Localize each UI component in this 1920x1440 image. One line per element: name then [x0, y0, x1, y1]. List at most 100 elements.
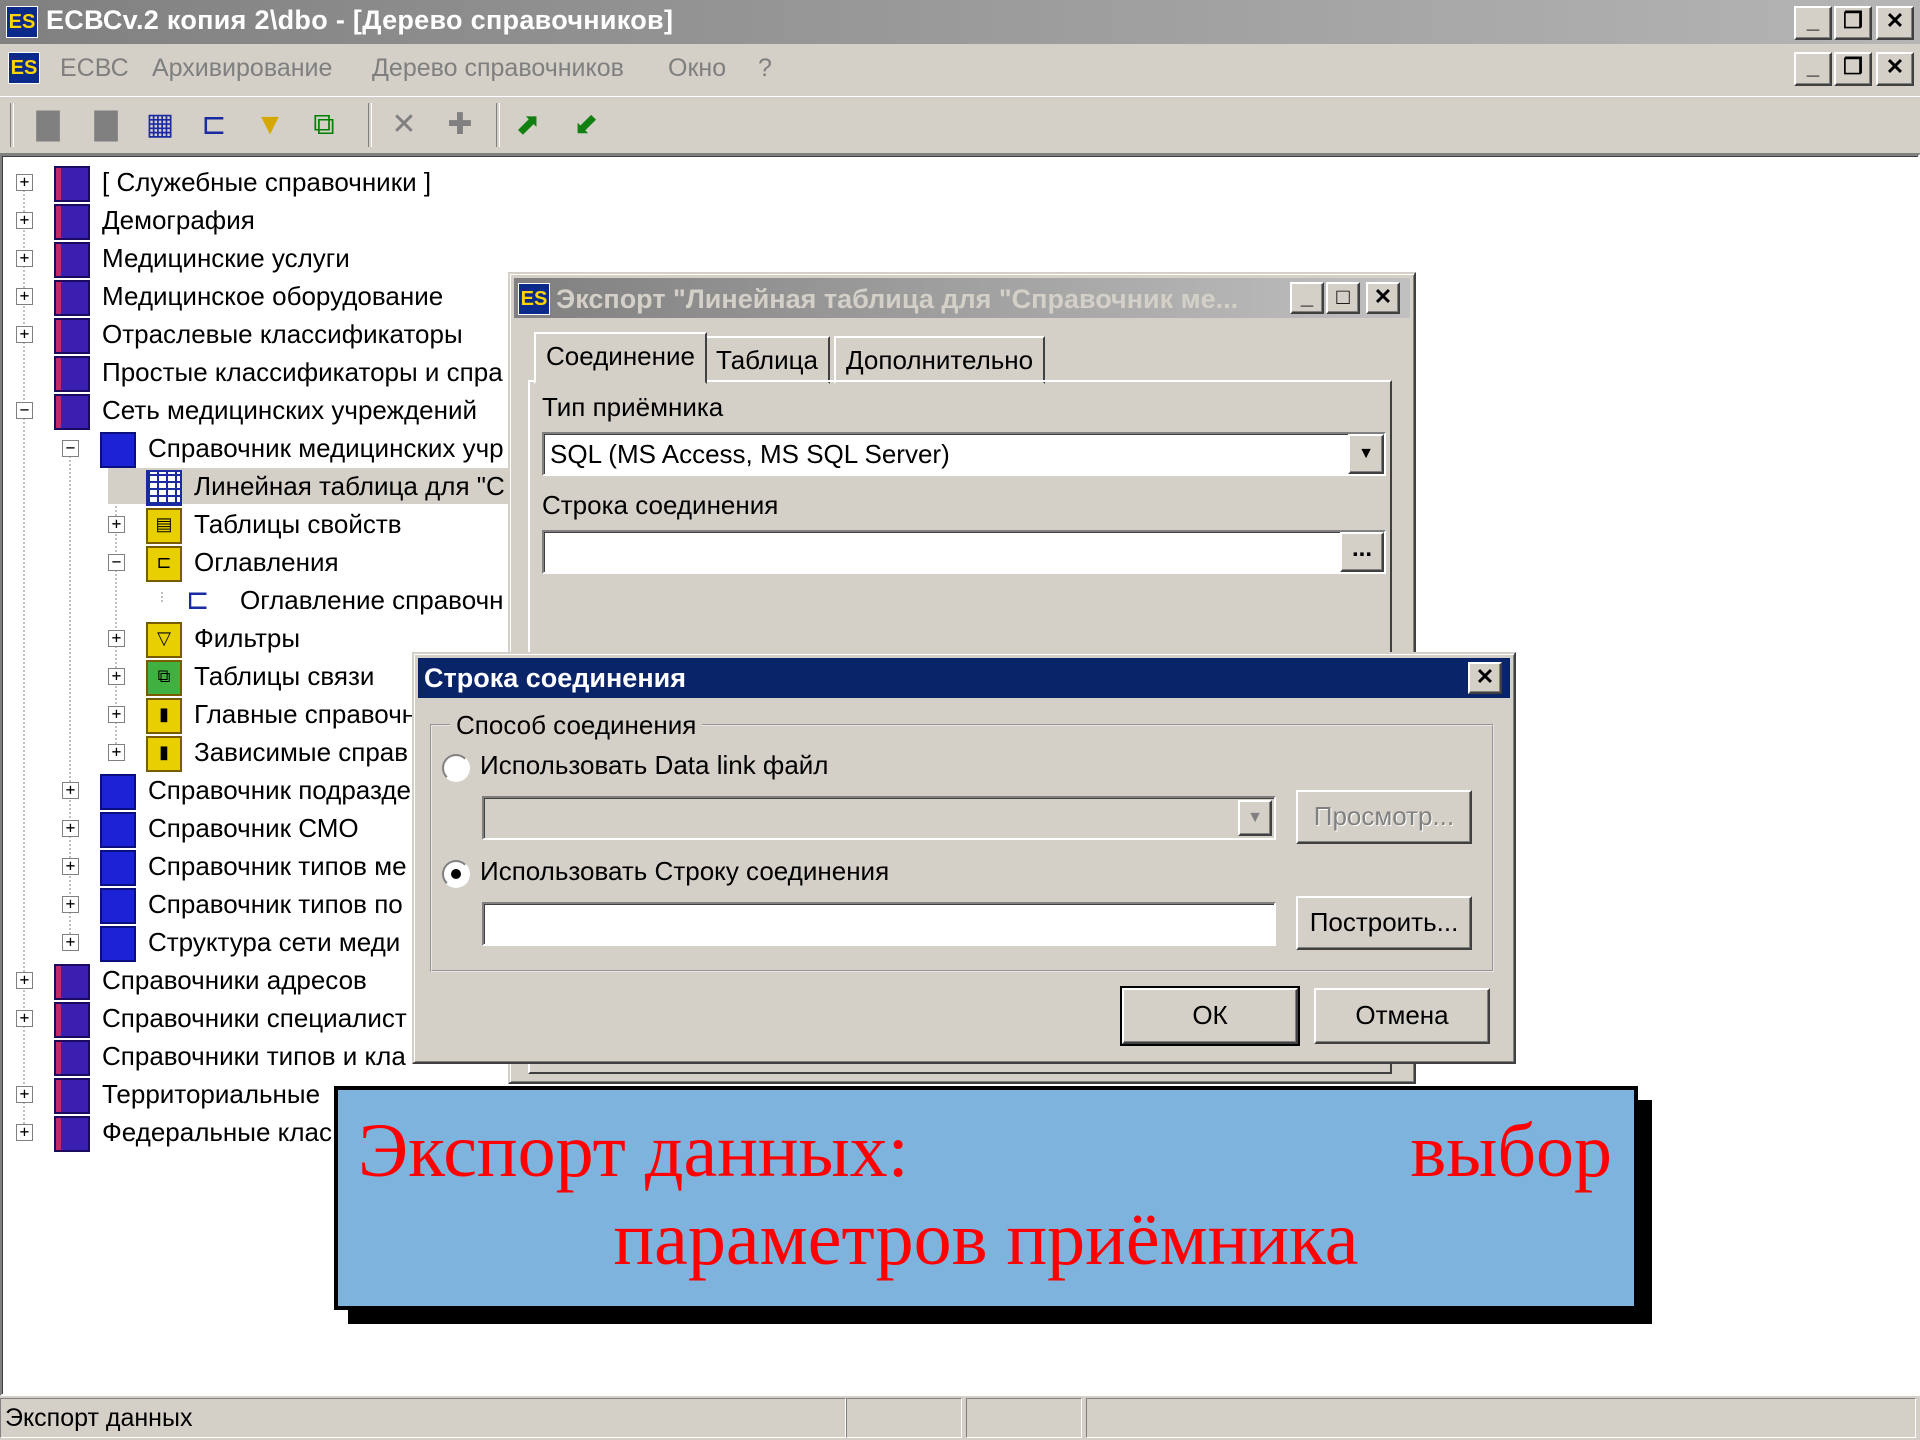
connection-string-field[interactable]: ... — [542, 530, 1386, 574]
expand-icon[interactable]: + — [108, 744, 125, 761]
expand-icon[interactable]: + — [16, 288, 33, 305]
receiver-type-value: SQL (MS Access, MS SQL Server) — [550, 439, 950, 469]
expand-icon[interactable]: + — [62, 934, 79, 951]
tree-node-label: Справочники типов и кла — [102, 1041, 406, 1071]
menu-archive[interactable]: Архивирование — [152, 54, 332, 83]
tree-icon[interactable]: ⊏ — [194, 105, 234, 145]
build-button[interactable]: Построить... — [1296, 896, 1472, 950]
radio-datalink[interactable] — [442, 754, 470, 782]
window-title-bar[interactable]: ЕS ЕСВСv.2 копия 2\dbo - [Дерево справоч… — [0, 0, 1920, 44]
export-dialog-title-bar[interactable]: ЕS Экспорт "Линейная таблица для "Справо… — [514, 278, 1410, 318]
expand-icon[interactable]: + — [16, 1124, 33, 1141]
radio-selected-dot — [451, 869, 461, 879]
expand-icon[interactable]: + — [62, 896, 79, 913]
doc-minimize-icon[interactable]: _ — [1794, 52, 1832, 86]
export-icon[interactable]: ⬈ — [508, 105, 548, 145]
chevron-down-icon[interactable]: ▼ — [1348, 434, 1384, 474]
app-icon[interactable]: ЕS — [6, 6, 38, 38]
expand-icon[interactable]: + — [16, 326, 33, 343]
datalink-file-select[interactable]: ▼ — [482, 796, 1276, 840]
maximize-icon[interactable]: □ — [1326, 282, 1360, 314]
tab-connection[interactable]: Соединение — [534, 332, 707, 384]
expand-icon[interactable]: + — [108, 630, 125, 647]
minimize-icon[interactable]: _ — [1290, 282, 1324, 314]
book-icon — [100, 926, 136, 962]
tree-node-label: Справочники специалист — [102, 1003, 407, 1033]
tree-node-selected[interactable]: Линейная таблица для "С — [108, 468, 514, 506]
toolbar: ▇ ▇ ▦ ⊏ ▼ ⧉ ✕ ✚ ⬈ ⬋ — [0, 96, 1920, 154]
tree-node-label: Справочник типов ме — [148, 851, 407, 881]
expand-icon[interactable]: + — [16, 212, 33, 229]
expand-icon[interactable]: + — [16, 174, 33, 191]
expand-icon[interactable]: + — [108, 668, 125, 685]
dialog-icon: ЕS — [518, 283, 550, 315]
menu-help[interactable]: ? — [758, 54, 772, 83]
connection-dialog-title-bar[interactable]: Строка соединения ✕ — [418, 658, 1510, 698]
toolbar-separator-2 — [496, 103, 500, 147]
tree-node-label: Справочник подразде — [148, 775, 411, 805]
tree-node-label: Таблицы связи — [194, 661, 375, 691]
close-icon[interactable]: ✕ — [1366, 282, 1400, 314]
menu-esvs[interactable]: ЕСВС — [60, 54, 129, 83]
tree-node-label: Зависимые справ — [194, 737, 409, 767]
collapse-icon[interactable]: − — [108, 554, 125, 571]
tree-node-label: Отраслевые классификаторы — [102, 319, 463, 349]
contents-icon: ⊏ — [146, 546, 182, 582]
caption-line1-left: Экспорт данных: — [358, 1109, 909, 1193]
delete-icon[interactable]: ✕ — [384, 105, 424, 145]
link-icon[interactable]: ⧉ — [304, 105, 344, 145]
tree-node-label: Медицинское оборудование — [102, 281, 444, 311]
close-icon[interactable]: ✕ — [1468, 662, 1502, 694]
expand-icon[interactable]: + — [62, 820, 79, 837]
expand-icon[interactable]: + — [62, 858, 79, 875]
chevron-down-icon[interactable]: ▼ — [1238, 800, 1272, 836]
doc-close-icon[interactable]: ✕ — [1876, 52, 1914, 86]
book-stack-icon — [54, 394, 90, 430]
menu-window[interactable]: Окно — [668, 54, 726, 83]
status-panel — [966, 1398, 1082, 1438]
doc-restore-icon[interactable]: ❐ — [1834, 52, 1872, 86]
tree-node-label: Структура сети меди — [148, 927, 401, 957]
collapse-icon[interactable]: − — [16, 402, 33, 419]
radio-connection-string[interactable] — [442, 860, 470, 888]
receiver-type-select[interactable]: SQL (MS Access, MS SQL Server) ▼ — [542, 432, 1386, 476]
slide-caption: Экспорт данных: выбор параметров приёмни… — [334, 1086, 1638, 1310]
connection-string-input[interactable] — [482, 902, 1276, 946]
import-icon[interactable]: ⬋ — [566, 105, 606, 145]
collapse-icon[interactable]: − — [62, 440, 79, 457]
filter-icon[interactable]: ▼ — [250, 105, 290, 145]
close-icon[interactable]: ✕ — [1876, 6, 1914, 40]
tree-node-label: Главные справочн — [194, 699, 417, 729]
connection-dialog-title: Строка соединения — [424, 663, 686, 693]
status-text: Экспорт данных — [0, 1398, 846, 1438]
view-button[interactable]: Просмотр... — [1296, 790, 1472, 844]
expand-icon[interactable]: + — [16, 972, 33, 989]
table-icon[interactable]: ▦ — [140, 105, 180, 145]
property-table-icon: ▤ — [146, 508, 182, 544]
copy-books-icon[interactable]: ▇ — [28, 105, 68, 145]
minimize-icon[interactable]: _ — [1794, 6, 1832, 40]
tree-icon: ⊏ — [186, 584, 210, 615]
expand-icon[interactable]: + — [16, 250, 33, 267]
cancel-button[interactable]: Отмена — [1314, 988, 1490, 1044]
expand-icon[interactable]: + — [62, 782, 79, 799]
ok-button[interactable]: ОК — [1120, 986, 1300, 1046]
tree-node-label: Оглавления — [194, 547, 339, 577]
expand-icon[interactable]: + — [16, 1010, 33, 1027]
menu-tree[interactable]: Дерево справочников — [372, 54, 624, 83]
tab-advanced[interactable]: Дополнительно — [834, 336, 1046, 384]
tree-node-label: Сеть медицинских учреждений — [102, 395, 478, 425]
document-icon[interactable]: ЕS — [8, 52, 40, 84]
add-icon[interactable]: ✚ — [440, 105, 480, 145]
tree-node-label: Федеральные клас — [102, 1117, 332, 1147]
expand-icon[interactable]: + — [108, 706, 125, 723]
restore-icon[interactable]: ❐ — [1834, 6, 1872, 40]
status-panel — [846, 1398, 962, 1438]
tree-node-label: Фильтры — [194, 623, 301, 653]
expand-icon[interactable]: + — [108, 516, 125, 533]
tree-node-label: Медицинские услуги — [102, 243, 350, 273]
expand-icon[interactable]: + — [16, 1086, 33, 1103]
book-icon[interactable]: ▇ — [86, 105, 126, 145]
browse-button[interactable]: ... — [1340, 532, 1384, 572]
tab-table[interactable]: Таблица — [704, 336, 830, 384]
